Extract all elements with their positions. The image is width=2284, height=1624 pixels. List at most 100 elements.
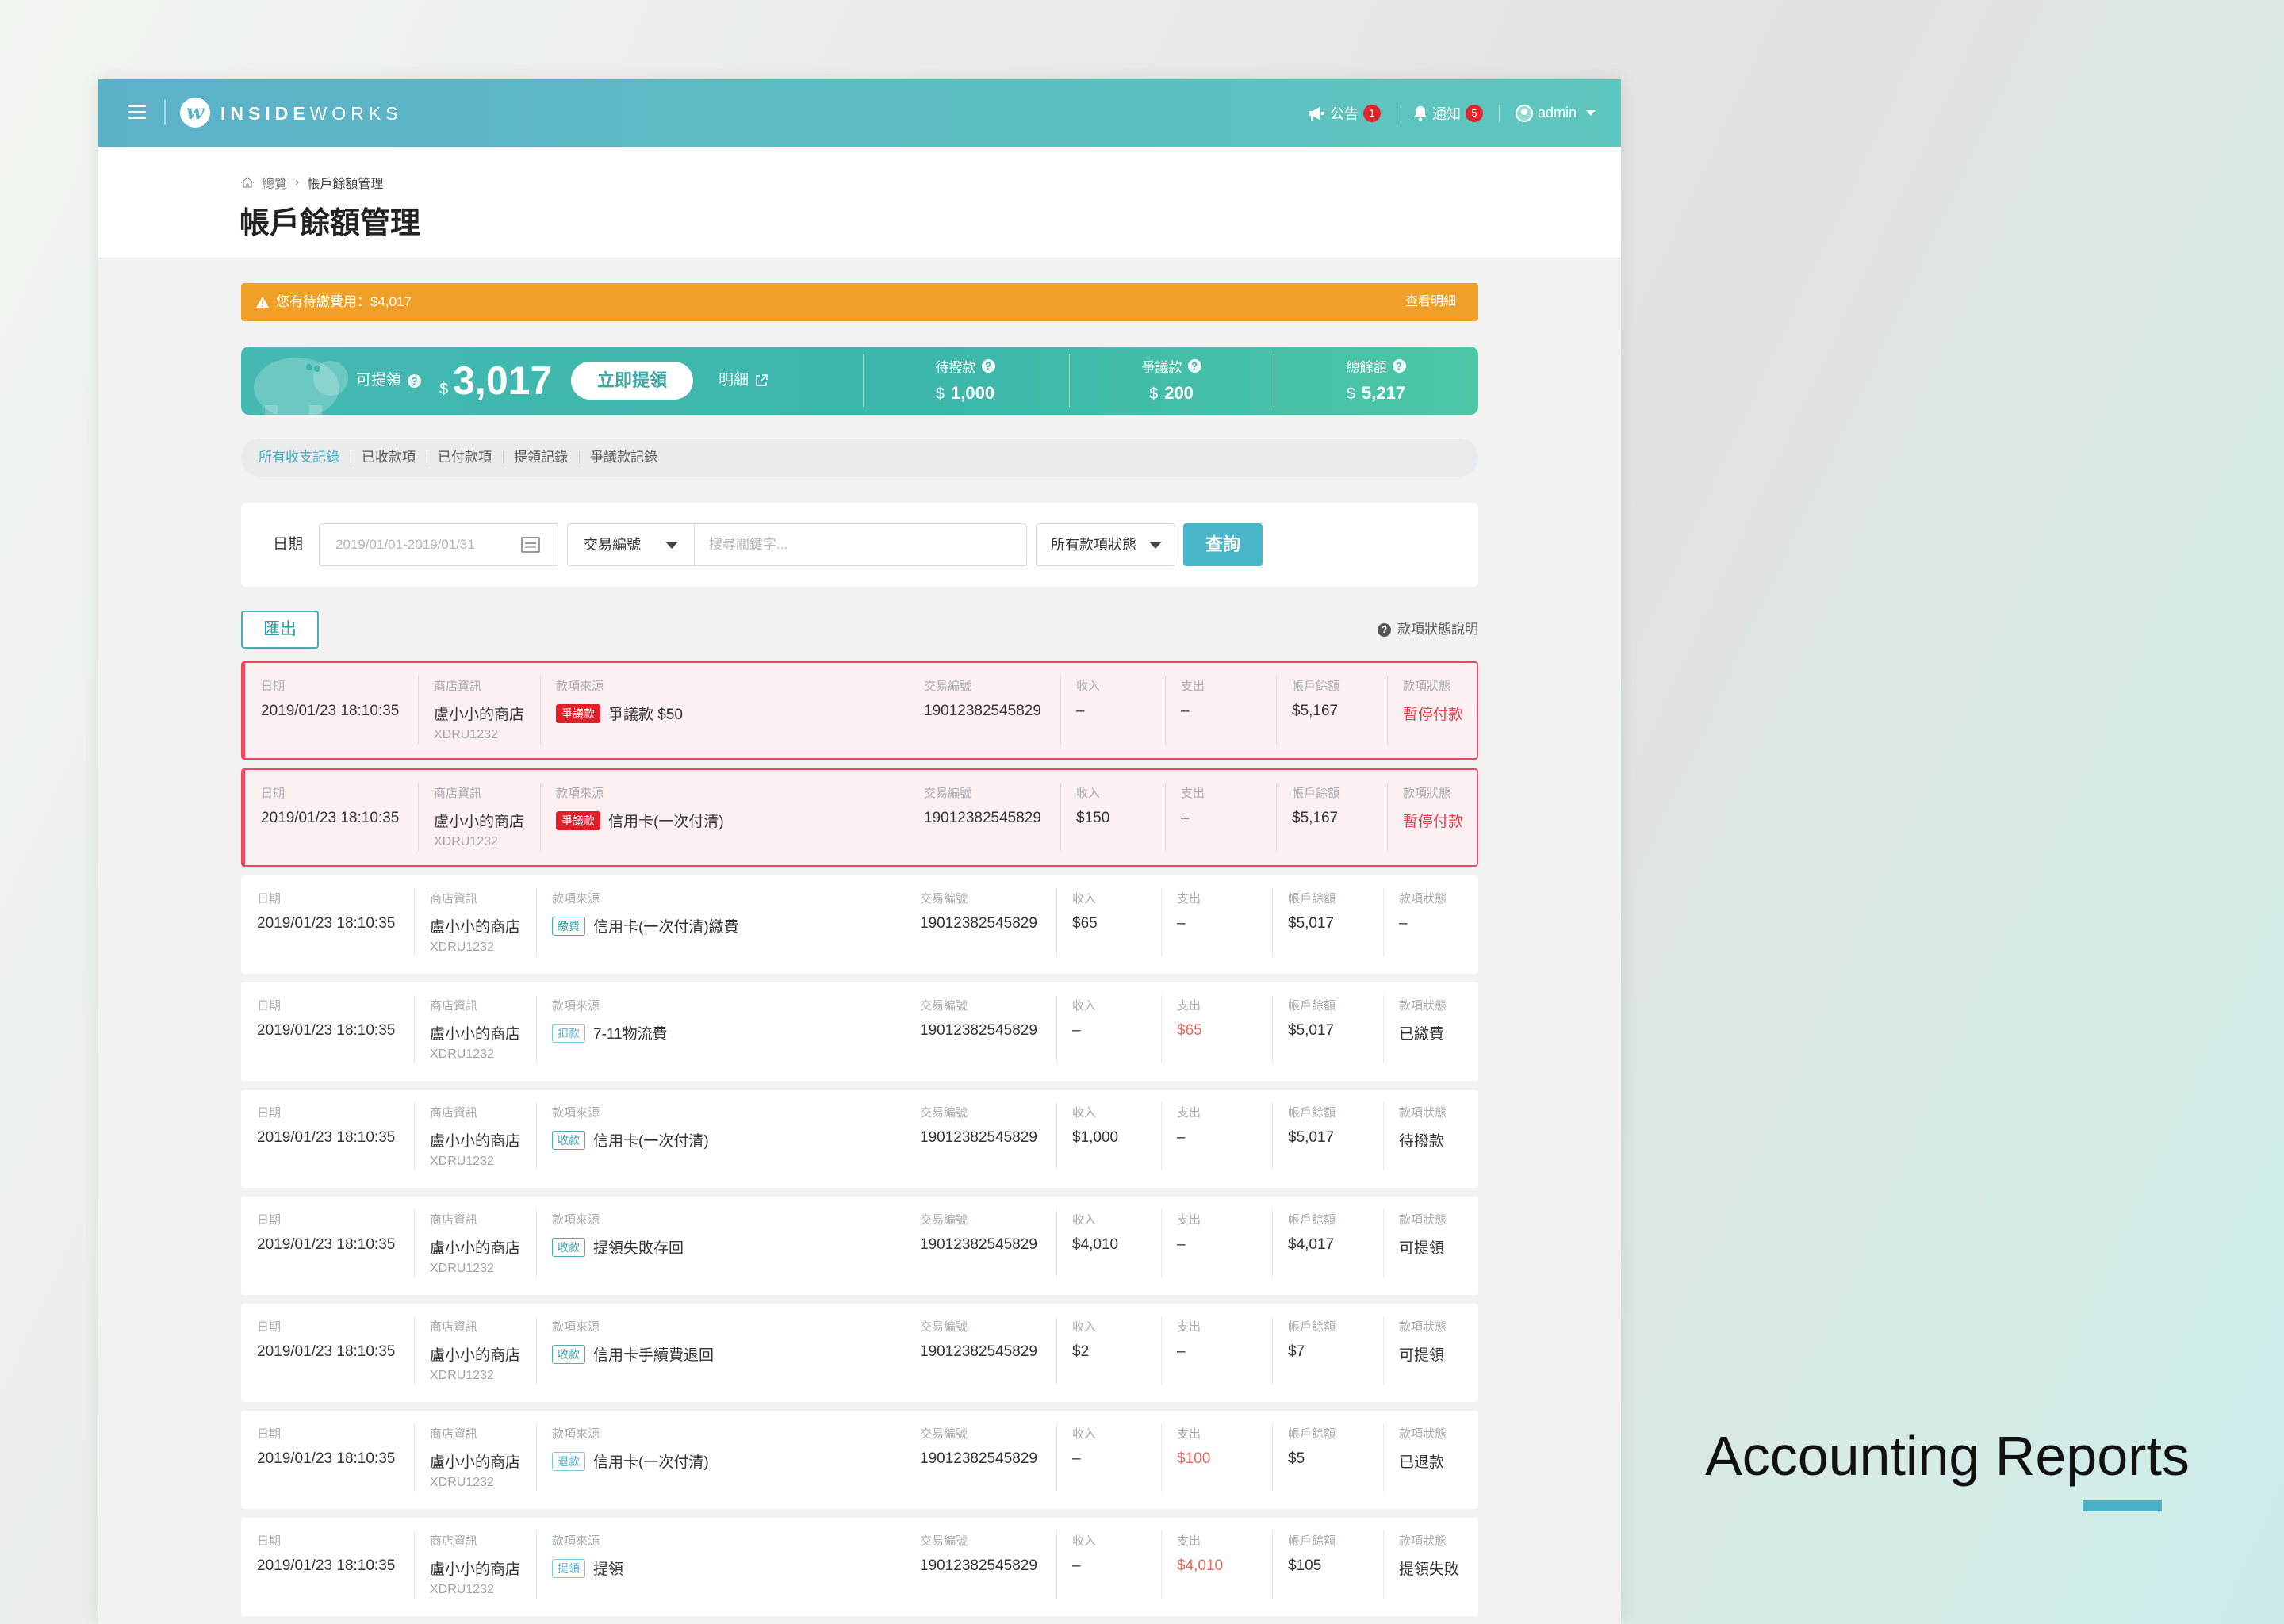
column-divider bbox=[536, 888, 537, 956]
column-divider bbox=[1161, 995, 1162, 1063]
notifications-link[interactable]: 通知 5 bbox=[1413, 103, 1483, 124]
source-text: 信用卡(一次付清) bbox=[608, 814, 724, 830]
column-divider bbox=[540, 676, 541, 744]
column-divider bbox=[1276, 676, 1277, 744]
cell-label: 收入 bbox=[1072, 1320, 1097, 1334]
export-button[interactable]: 匯出 bbox=[241, 611, 319, 649]
detail-link[interactable]: 明細 bbox=[719, 347, 768, 415]
cell-value: 2019/01/23 18:10:35 bbox=[257, 915, 396, 932]
chevron-down-icon bbox=[1586, 110, 1596, 116]
help-icon[interactable]: ? bbox=[981, 359, 995, 373]
column-divider bbox=[1161, 1102, 1162, 1170]
cell-label: 收入 bbox=[1072, 1427, 1097, 1441]
cell-label: 商店資訊 bbox=[430, 892, 478, 906]
cell-value: 盧小小的商店 bbox=[430, 1347, 521, 1364]
cell-value: 2019/01/23 18:10:35 bbox=[257, 1450, 396, 1467]
view-details-link[interactable]: 查看明細 bbox=[1405, 283, 1456, 321]
store-code: XDRU1232 bbox=[434, 835, 498, 848]
cell-value: 已繳費 bbox=[1399, 1026, 1445, 1043]
cell-label: 商店資訊 bbox=[430, 1106, 478, 1120]
cell-label: 支出 bbox=[1181, 680, 1205, 693]
source-tag: 繳費 bbox=[552, 916, 585, 936]
cell-value: 盧小小的商店 bbox=[430, 1454, 521, 1471]
cell-label: 款項來源 bbox=[556, 787, 604, 800]
source-tag: 提領 bbox=[552, 1558, 585, 1578]
calendar-icon[interactable] bbox=[521, 537, 540, 553]
transaction-row[interactable]: 日期 2019/01/23 18:10:35 商店資訊 盧小小的商店 XDRU1232 款… bbox=[241, 1197, 1478, 1295]
tab-all-records[interactable]: 所有收支記錄 bbox=[247, 439, 351, 477]
cell-label: 款項狀態 bbox=[1399, 1106, 1447, 1120]
cell-label: 交易編號 bbox=[920, 1213, 968, 1227]
column-divider bbox=[1165, 783, 1166, 851]
cell-value: 盧小小的商店 bbox=[430, 919, 521, 936]
cell-label: 支出 bbox=[1177, 999, 1201, 1013]
tab-disputes[interactable]: 爭議款記錄 bbox=[579, 439, 669, 477]
cell-label: 商店資訊 bbox=[434, 680, 482, 693]
cell-value: – bbox=[1177, 915, 1186, 932]
date-label: 日期 bbox=[273, 536, 304, 553]
column-divider bbox=[418, 783, 419, 851]
tab-paid[interactable]: 已付款項 bbox=[427, 439, 503, 477]
column-divider bbox=[1383, 1102, 1384, 1170]
transaction-row[interactable]: 日期 2019/01/23 18:10:35 商店資訊 盧小小的商店 XDRU1232 款… bbox=[241, 768, 1478, 867]
status-select[interactable]: 所有款項狀態 bbox=[1036, 523, 1175, 566]
breadcrumb-home[interactable]: 總覽 bbox=[262, 173, 287, 192]
user-menu[interactable]: admin bbox=[1515, 104, 1596, 122]
help-icon[interactable]: ? bbox=[408, 373, 422, 388]
cell-label: 款項狀態 bbox=[1399, 1213, 1447, 1227]
record-tabs: 所有收支記錄 已收款項 已付款項 提領記錄 爭議款記錄 bbox=[241, 439, 1478, 477]
date-range-input[interactable]: 2019/01/01-2019/01/31 bbox=[319, 523, 558, 566]
cell-label: 款項來源 bbox=[552, 1534, 600, 1548]
cell-value: 盧小小的商店 bbox=[430, 1133, 521, 1150]
cell-label: 收入 bbox=[1072, 1534, 1097, 1548]
tab-withdrawals[interactable]: 提領記錄 bbox=[503, 439, 579, 477]
hamburger-menu-icon[interactable] bbox=[128, 105, 146, 119]
search-field-select[interactable]: 交易編號 bbox=[568, 524, 695, 565]
cell-label: 商店資訊 bbox=[430, 1213, 478, 1227]
cell-label: 日期 bbox=[257, 1427, 282, 1441]
cell-label: 日期 bbox=[261, 680, 286, 693]
announcements-link[interactable]: 公告 1 bbox=[1308, 103, 1381, 124]
piggy-bank-icon bbox=[254, 358, 348, 415]
cell-label: 交易編號 bbox=[920, 1320, 968, 1334]
cell-label: 收入 bbox=[1072, 999, 1097, 1013]
cell-value: 提領失敗 bbox=[1399, 1561, 1460, 1578]
source-tag: 收款 bbox=[552, 1130, 585, 1150]
cell-value: – bbox=[1177, 1236, 1186, 1253]
keyword-input[interactable]: 搜尋關鍵字... bbox=[709, 524, 788, 565]
cell-value: 收款 提領失敗存回 bbox=[552, 1236, 684, 1258]
cell-value: 可提領 bbox=[1399, 1347, 1445, 1364]
transaction-row[interactable]: 日期 2019/01/23 18:10:35 商店資訊 盧小小的商店 XDRU1232 款… bbox=[241, 875, 1478, 974]
available-label: 可提領 ? bbox=[356, 347, 422, 415]
logo-text: INSIDEWORKS bbox=[220, 103, 403, 124]
cell-value: 19012382545829 bbox=[924, 810, 1041, 826]
withdraw-now-button[interactable]: 立即提領 bbox=[571, 362, 693, 400]
column-divider bbox=[1383, 995, 1384, 1063]
disputed-stat: 爭議款? $200 bbox=[1069, 347, 1274, 415]
help-icon[interactable]: ? bbox=[1392, 359, 1406, 373]
search-button[interactable]: 查詢 bbox=[1183, 523, 1263, 566]
transaction-row[interactable]: 日期 2019/01/23 18:10:35 商店資訊 盧小小的商店 XDRU1232 款… bbox=[241, 1090, 1478, 1188]
status-help-link[interactable]: ? 款項狀態說明 bbox=[1378, 611, 1478, 649]
transaction-row[interactable]: 日期 2019/01/23 18:10:35 商店資訊 盧小小的商店 XDRU1232 款… bbox=[241, 1518, 1478, 1616]
pending-payout-stat: 待撥款? $1,000 bbox=[863, 347, 1067, 415]
cell-value: 2019/01/23 18:10:35 bbox=[261, 703, 400, 719]
total-balance-stat: 總餘額? $5,217 bbox=[1274, 347, 1478, 415]
cell-label: 款項狀態 bbox=[1403, 787, 1451, 800]
user-icon bbox=[1515, 104, 1533, 122]
column-divider bbox=[1056, 1209, 1057, 1277]
user-name: admin bbox=[1537, 105, 1577, 121]
transaction-row[interactable]: 日期 2019/01/23 18:10:35 商店資訊 盧小小的商店 XDRU1232 款… bbox=[241, 1411, 1478, 1509]
cell-label: 款項來源 bbox=[552, 1106, 600, 1120]
cell-label: 交易編號 bbox=[924, 787, 972, 800]
tab-received[interactable]: 已收款項 bbox=[351, 439, 427, 477]
transaction-row[interactable]: 日期 2019/01/23 18:10:35 商店資訊 盧小小的商店 XDRU1232 款… bbox=[241, 1304, 1478, 1402]
column-divider bbox=[536, 1209, 537, 1277]
cell-value: 提領 提領 bbox=[552, 1557, 623, 1579]
help-icon[interactable]: ? bbox=[1187, 359, 1201, 373]
column-divider bbox=[414, 1102, 415, 1170]
transaction-row[interactable]: 日期 2019/01/23 18:10:35 商店資訊 盧小小的商店 XDRU1232 款… bbox=[241, 661, 1478, 760]
cell-value: $100 bbox=[1177, 1450, 1211, 1467]
transaction-row[interactable]: 日期 2019/01/23 18:10:35 商店資訊 盧小小的商店 XDRU1232 款… bbox=[241, 982, 1478, 1081]
source-text: 信用卡(一次付清) bbox=[593, 1133, 709, 1150]
